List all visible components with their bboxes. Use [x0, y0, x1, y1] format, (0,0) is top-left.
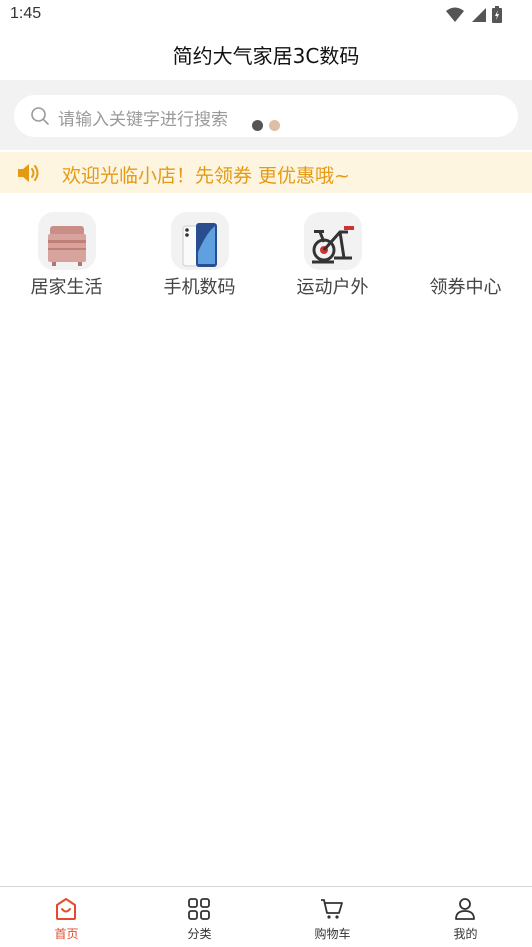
category-label: 运动户外: [296, 277, 369, 298]
search-region: 请输入关键字进行搜索: [0, 80, 532, 150]
nav-label: 首页: [54, 927, 79, 941]
nav-label: 购物车: [314, 927, 351, 941]
nav-item-mine[interactable]: 我的: [399, 887, 532, 947]
nav-item-home[interactable]: 首页: [0, 887, 133, 947]
cart-icon: [321, 899, 343, 919]
exercise-bike-image: [304, 212, 362, 270]
status-bar: 1:45: [0, 0, 532, 30]
page-title: 简约大气家居3C数码: [172, 44, 360, 68]
bottom-nav: 首页 分类 购物车 我的: [0, 886, 532, 947]
category-item-phone-digital[interactable]: 手机数码: [133, 210, 266, 310]
nav-item-cart[interactable]: 购物车: [266, 887, 399, 947]
category-item-coupon-center[interactable]: 领券中心: [399, 210, 532, 310]
bedding-image: [38, 212, 96, 270]
carousel-dot[interactable]: [269, 120, 280, 131]
nav-label: 我的: [453, 927, 478, 941]
carousel-dot-active[interactable]: [252, 120, 263, 131]
nav-item-category[interactable]: 分类: [133, 887, 266, 947]
status-icons: [446, 6, 502, 23]
phone-image: [171, 212, 229, 270]
category-label: 领券中心: [429, 277, 502, 298]
wifi-icon: [446, 7, 464, 22]
notice-text: 欢迎光临小店！先领券 更优惠哦~: [62, 165, 350, 187]
home-icon: [56, 898, 76, 920]
nav-label: 分类: [187, 927, 212, 941]
category-label: 手机数码: [163, 277, 236, 298]
category-grid: 居家生活 手机数码 运动户外 领券中心: [0, 210, 532, 310]
carousel-indicator: [252, 120, 280, 131]
category-item-sports-outdoor[interactable]: 运动户外: [266, 210, 399, 310]
notice-bar[interactable]: 欢迎光临小店！先领券 更优惠哦~: [0, 152, 532, 193]
search-placeholder: 请输入关键字进行搜索: [58, 110, 228, 130]
signal-icon: [472, 7, 486, 22]
search-icon: [31, 107, 49, 125]
status-time: 1:45: [10, 5, 42, 22]
battery-icon: [492, 6, 502, 23]
category-item-home-living[interactable]: 居家生活: [0, 210, 133, 310]
grid-icon: [188, 898, 210, 920]
category-label: 居家生活: [30, 277, 103, 298]
user-icon: [455, 898, 475, 920]
speaker-icon: [18, 164, 39, 182]
